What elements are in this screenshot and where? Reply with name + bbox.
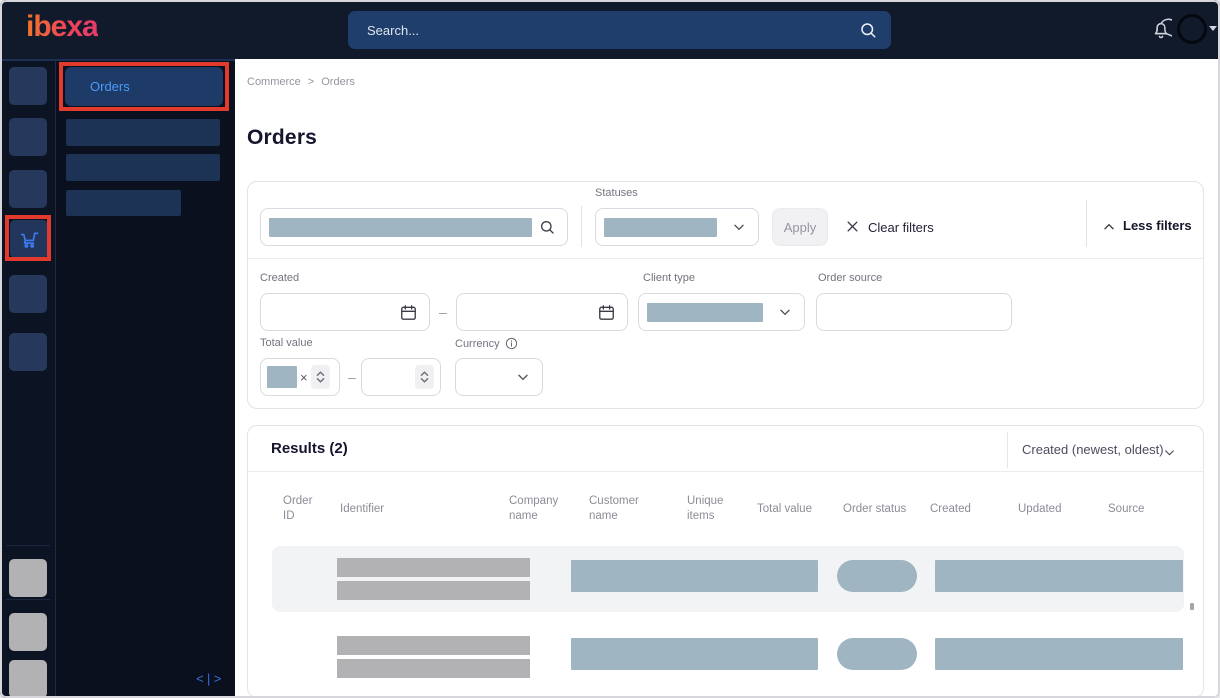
total-value-min-input[interactable]: ×	[260, 358, 340, 396]
sort-select[interactable]: Created (newest, oldest)	[1022, 442, 1164, 457]
column-header-customer-name[interactable]: Customer name	[589, 492, 655, 526]
column-header-unique-items[interactable]: Unique items	[687, 492, 733, 526]
clear-filters-icon[interactable]	[845, 219, 860, 234]
search-input[interactable]	[365, 21, 859, 39]
redacted-identifier-line	[337, 581, 530, 600]
status-badge	[837, 560, 917, 592]
currency-label-row: Currency	[455, 337, 518, 350]
rail-divider	[6, 599, 50, 600]
global-search[interactable]	[348, 11, 891, 49]
clear-value-icon[interactable]: ×	[300, 370, 308, 385]
column-header-updated[interactable]: Updated	[1018, 492, 1078, 526]
breadcrumb-item-orders[interactable]: Orders	[321, 76, 355, 88]
annotation-box-orders	[59, 62, 229, 111]
column-header-order-id[interactable]: Order ID	[283, 492, 325, 526]
redacted-cell-block	[571, 560, 818, 592]
apply-button[interactable]: Apply	[772, 208, 828, 246]
nav-rail-item-3[interactable]	[9, 170, 47, 208]
breadcrumb-item-commerce[interactable]: Commerce	[247, 76, 301, 88]
filter-search-input[interactable]	[260, 208, 568, 246]
breadcrumb: Commerce > Orders	[247, 76, 355, 88]
nav-rail-item-2[interactable]	[9, 118, 47, 156]
column-header-order-status[interactable]: Order status	[843, 492, 923, 526]
notifications-bell-icon[interactable]	[1150, 18, 1179, 42]
created-from-date-input[interactable]	[260, 293, 430, 331]
search-icon[interactable]	[539, 219, 555, 235]
value-range-separator: –	[348, 369, 356, 385]
chevron-up-icon[interactable]	[1102, 220, 1116, 234]
redacted-cell-block	[571, 638, 818, 670]
client-type-select[interactable]	[638, 293, 805, 331]
column-header-identifier[interactable]: Identifier	[340, 492, 460, 526]
redacted-identifier-line	[337, 659, 530, 678]
sidebar-item-placeholder[interactable]	[66, 154, 220, 181]
chevron-down-icon	[732, 220, 746, 234]
client-type-label: Client type	[643, 272, 695, 284]
column-header-total-value[interactable]: Total value	[757, 492, 832, 526]
chevron-down-icon	[778, 305, 792, 319]
total-value-label: Total value	[260, 337, 313, 349]
breadcrumb-separator: >	[307, 76, 315, 88]
filter-divider	[1086, 200, 1087, 247]
ibexa-logo[interactable]: ibexa	[26, 10, 99, 44]
created-label: Created	[260, 272, 300, 284]
redacted-identifier-line	[337, 636, 530, 655]
redacted-statuses-value	[604, 217, 717, 237]
results-divider	[248, 471, 1203, 472]
calendar-icon[interactable]	[399, 303, 418, 322]
nav-rail-item-7[interactable]	[9, 559, 47, 597]
scrollbar-nub[interactable]	[1190, 603, 1194, 610]
redacted-client-type-value	[647, 302, 763, 322]
clear-filters-button[interactable]: Clear filters	[868, 220, 934, 235]
stepper-icon[interactable]	[310, 365, 330, 389]
nav-rail-item-1[interactable]	[9, 67, 47, 105]
filter-divider	[581, 206, 582, 247]
nav-rail-item-6[interactable]	[9, 333, 47, 371]
redacted-identifier-line	[337, 558, 530, 577]
less-filters-button[interactable]: Less filters	[1123, 218, 1192, 233]
rail-divider	[6, 545, 50, 546]
currency-select[interactable]	[455, 358, 543, 396]
created-to-date-input[interactable]	[456, 293, 628, 331]
total-value-max-input[interactable]	[361, 358, 441, 396]
currency-label: Currency	[455, 337, 500, 350]
column-header-created[interactable]: Created	[930, 492, 990, 526]
sidebar-item-placeholder[interactable]	[66, 119, 220, 146]
statuses-label: Statuses	[595, 187, 638, 199]
date-range-separator: –	[439, 304, 447, 320]
annotation-box-commerce	[5, 215, 51, 261]
info-icon[interactable]	[505, 337, 518, 350]
redacted-cell-block	[935, 560, 1183, 592]
statuses-select[interactable]	[595, 208, 759, 246]
app-window: ibexa Orders <|> C	[0, 0, 1220, 698]
order-source-label: Order source	[818, 272, 883, 284]
user-menu-caret-icon[interactable]	[1209, 26, 1217, 31]
chevron-down-icon	[516, 370, 530, 384]
user-avatar[interactable]	[1177, 14, 1207, 44]
nav-rail-item-9[interactable]	[9, 660, 47, 698]
redacted-min-value	[267, 366, 297, 388]
redacted-cell-block	[935, 638, 1183, 670]
status-badge	[837, 638, 917, 670]
column-header-company-name[interactable]: Company name	[509, 492, 571, 526]
results-header-divider	[1007, 432, 1008, 468]
sidebar-collapse-icon[interactable]: <|>	[196, 672, 222, 687]
nav-rail-item-8[interactable]	[9, 613, 47, 651]
calendar-icon[interactable]	[597, 303, 616, 322]
redacted-search-value	[269, 217, 532, 237]
order-source-input[interactable]	[816, 293, 1012, 331]
page-title: Orders	[247, 126, 318, 149]
results-title: Results (2)	[271, 440, 348, 457]
topbar: ibexa	[0, 0, 1220, 59]
chevron-down-icon[interactable]	[1163, 446, 1176, 459]
stepper-icon[interactable]	[415, 365, 434, 389]
search-icon[interactable]	[859, 21, 877, 39]
column-header-source[interactable]: Source	[1108, 492, 1163, 526]
sidebar-item-placeholder[interactable]	[66, 190, 181, 216]
nav-rail-item-5[interactable]	[9, 275, 47, 313]
filters-row-divider	[248, 258, 1203, 259]
